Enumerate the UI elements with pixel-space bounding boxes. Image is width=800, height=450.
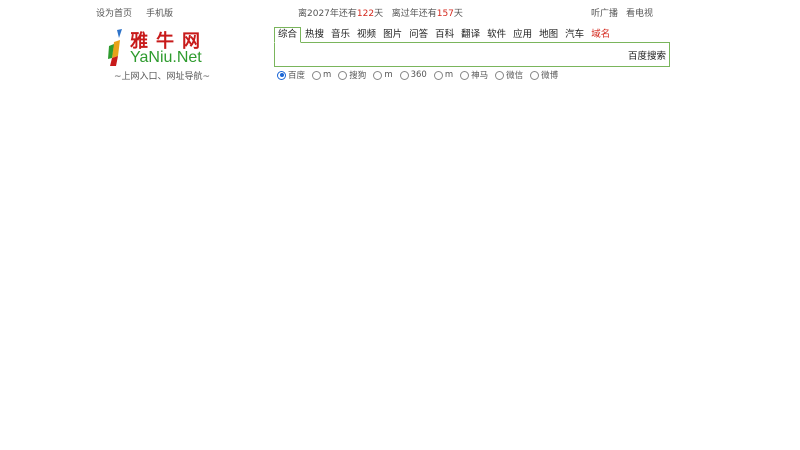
search-input[interactable]	[277, 45, 621, 65]
logo-english-text: YaNiu.Net	[130, 49, 202, 66]
search-engine-label: 360	[410, 70, 427, 80]
search-tab[interactable]: 图片	[380, 28, 405, 42]
search-engine-label: 微信	[506, 71, 524, 81]
search-tab[interactable]: 百科	[432, 28, 457, 42]
search-engine-label: 微博	[541, 71, 559, 81]
radio-button-icon[interactable]	[312, 70, 322, 80]
search-tab[interactable]: 域名	[588, 28, 613, 42]
top-bar: 设为首页 手机版 离2027年还有122天 离过年还有157天 听广播 看电视	[0, 0, 800, 22]
countdown-2027-suffix: 天	[374, 9, 384, 19]
countdown-2027-prefix: 离2027年还有	[298, 9, 357, 19]
search-tab[interactable]: 热搜	[302, 28, 327, 42]
search-engine-option[interactable]: 搜狗	[338, 69, 366, 81]
logo-mark-icon	[108, 29, 122, 66]
radio-button-icon[interactable]	[530, 70, 540, 80]
set-homepage-link[interactable]: 设为首页	[96, 6, 132, 19]
search-engine-label: 神马	[471, 71, 489, 81]
search-engine-option[interactable]: m	[433, 70, 454, 80]
logo-tagline: ~上网入口、网址导航~	[113, 72, 211, 82]
search-engine-option[interactable]: m	[312, 70, 331, 80]
search-tabs: 综合 热搜 音乐 视频 图片 问答 百科 翻译 软件 应用 地图 汽车 域名	[274, 27, 614, 43]
search-tab[interactable]: 综合	[274, 27, 302, 43]
search-engine-label: m	[384, 70, 393, 80]
search-tab[interactable]: 软件	[484, 28, 509, 42]
search-engine-option[interactable]: 百度	[277, 69, 305, 81]
watch-tv-link[interactable]: 看电视	[626, 6, 653, 19]
listen-radio-link[interactable]: 听广播	[591, 6, 618, 19]
search-engine-label: m	[323, 70, 332, 80]
countdown-newyear-prefix: 离过年还有	[391, 9, 437, 19]
search-tab[interactable]: 汽车	[562, 28, 587, 42]
radio-button-icon[interactable]	[460, 70, 470, 80]
countdown: 离2027年还有122天 离过年还有157天	[298, 6, 463, 19]
search-tab[interactable]: 翻译	[458, 28, 483, 42]
countdown-newyear-suffix: 天	[453, 9, 463, 19]
search-tab[interactable]: 视频	[354, 28, 379, 42]
search-engine-options: 百度 m 搜狗 m 360 m 神马 微信 微博	[277, 69, 565, 83]
search-engine-option[interactable]: 360	[399, 70, 427, 80]
search-engine-option[interactable]: 神马	[460, 69, 488, 81]
search-engine-label: 百度	[288, 71, 306, 81]
search-tab[interactable]: 地图	[536, 28, 561, 42]
countdown-newyear-days: 157	[436, 9, 454, 19]
site-logo[interactable]: 雅牛网 YaNiu.Net	[106, 27, 218, 69]
search-engine-option[interactable]: 微博	[530, 69, 558, 81]
radio-button-icon[interactable]	[495, 70, 505, 80]
search-engine-option[interactable]: m	[373, 70, 393, 80]
mobile-version-link[interactable]: 手机版	[146, 6, 173, 19]
search-tab[interactable]: 应用	[510, 28, 535, 42]
radio-button-icon[interactable]	[433, 70, 443, 80]
search-tab[interactable]: 音乐	[328, 28, 353, 42]
search-engine-label: m	[444, 70, 454, 80]
radio-button-icon[interactable]	[399, 70, 409, 80]
search-box: 百度搜索	[274, 42, 670, 67]
search-engine-label: 搜狗	[349, 71, 367, 81]
radio-button-icon[interactable]	[277, 70, 286, 80]
countdown-2027-days: 122	[356, 9, 375, 19]
radio-button-icon[interactable]	[373, 70, 383, 80]
search-engine-option[interactable]: 微信	[495, 69, 523, 81]
search-tab[interactable]: 问答	[406, 28, 431, 42]
baidu-search-button[interactable]: 百度搜索	[628, 48, 666, 62]
radio-button-icon[interactable]	[338, 70, 348, 80]
